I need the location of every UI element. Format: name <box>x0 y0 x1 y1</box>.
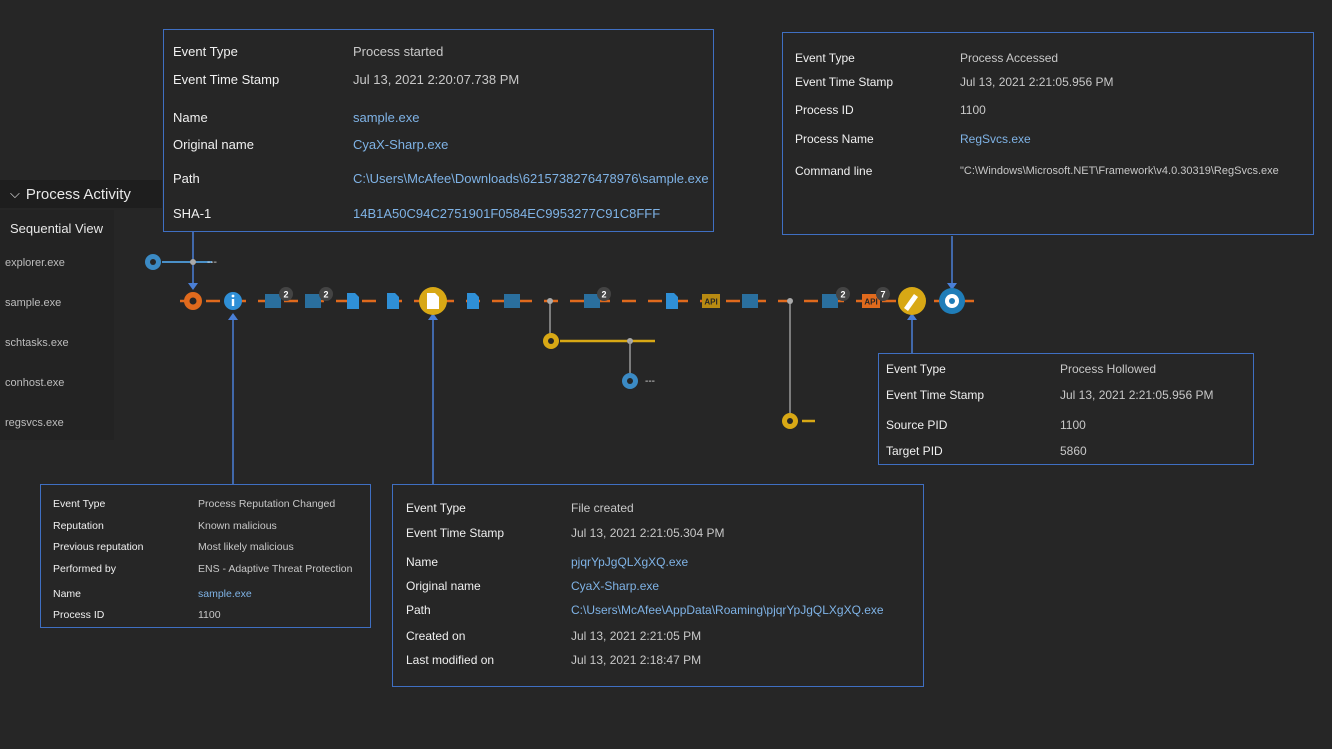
process-accessed-icon[interactable] <box>939 288 965 314</box>
row-value: 5860 <box>1060 444 1087 458</box>
trail-explorer: --- <box>207 257 217 268</box>
row-value: Known malicious <box>198 520 277 532</box>
row-value: Jul 13, 2021 2:21:05.304 PM <box>571 526 725 540</box>
row-value: Process started <box>353 44 444 59</box>
event-icon[interactable] <box>305 294 321 308</box>
row-value: File created <box>571 501 634 515</box>
event-icon[interactable] <box>822 294 838 308</box>
row-key: Name <box>406 555 439 569</box>
row-key: Original name <box>173 137 254 152</box>
row-key: SHA-1 <box>173 206 212 221</box>
panel-file-created: Event Type File created Event Time Stamp… <box>392 484 924 687</box>
sha1-link[interactable]: 14B1A50C94C2751901F0584EC9953277C91C8FFF <box>353 206 660 221</box>
row-key: Event Type <box>53 498 106 510</box>
api-label: API <box>864 298 877 307</box>
row-value: Jul 13, 2021 2:21:05.956 PM <box>1060 388 1214 402</box>
row-key: Event Time Stamp <box>886 388 985 402</box>
path-link[interactable]: C:\Users\McAfee\AppData\Roaming\pjqrYpJg… <box>571 603 884 617</box>
row-key: Event Type <box>173 44 238 59</box>
row-key: Process Name <box>795 132 874 146</box>
row-value: Process Accessed <box>960 51 1059 65</box>
file-created-icon[interactable] <box>419 287 447 315</box>
count-badge: 2 <box>840 290 845 300</box>
row-key: Command line <box>795 164 873 178</box>
row-key: Previous reputation <box>53 541 144 553</box>
count-badge: 2 <box>283 290 288 300</box>
row-key: Source PID <box>886 418 948 432</box>
row-key: Reputation <box>53 520 104 532</box>
gear-icon-conhost[interactable] <box>622 373 638 389</box>
event-icon[interactable] <box>265 294 281 308</box>
row-value: 1100 <box>198 609 221 621</box>
row-key: Event Type <box>406 501 466 515</box>
row-key: Event Time Stamp <box>173 72 280 87</box>
row-key: Path <box>173 171 200 186</box>
row-value: Process Reputation Changed <box>198 498 336 510</box>
row-key: Process ID <box>53 609 105 621</box>
row-key: Performed by <box>53 563 117 575</box>
panel-process-hollowed: Event Type Process Hollowed Event Time S… <box>878 353 1254 465</box>
row-key: Target PID <box>886 444 943 458</box>
panel-reputation-changed: Event Type Process Reputation Changed Re… <box>40 484 371 628</box>
row-key: Name <box>173 110 208 125</box>
original-name-link[interactable]: CyaX-Sharp.exe <box>353 137 448 152</box>
row-value: 1100 <box>1060 418 1086 432</box>
row-value: ENS - Adaptive Threat Protection <box>198 563 353 575</box>
file-icon[interactable] <box>347 293 359 309</box>
name-link[interactable]: sample.exe <box>353 110 419 125</box>
process-hollowed-icon[interactable] <box>898 287 926 315</box>
api-label: API <box>704 298 717 307</box>
row-key: Created on <box>406 629 466 643</box>
api-icon[interactable] <box>742 294 758 308</box>
row-value: Jul 13, 2021 2:21:05 PM <box>571 629 702 643</box>
gear-icon-regsvcs[interactable] <box>782 413 798 429</box>
panel-process-started: Event Type Process started Event Time St… <box>163 29 714 232</box>
row-key: Event Time Stamp <box>406 526 505 540</box>
row-value: "C:\Windows\Microsoft.NET\Framework\v4.0… <box>960 165 1279 177</box>
file-icon[interactable] <box>666 293 678 309</box>
row-value: Jul 13, 2021 2:20:07.738 PM <box>353 72 520 87</box>
info-icon[interactable] <box>224 292 242 310</box>
api-icon[interactable] <box>504 294 520 308</box>
row-key: Name <box>53 588 82 600</box>
row-value: Jul 13, 2021 2:18:47 PM <box>571 653 702 667</box>
name-link[interactable]: sample.exe <box>198 588 252 600</box>
count-badge: 7 <box>880 290 885 300</box>
trail-conhost: --- <box>645 376 655 387</box>
row-key: Path <box>406 603 431 617</box>
process-name-link[interactable]: RegSvcs.exe <box>960 132 1031 146</box>
file-icon[interactable] <box>387 293 399 309</box>
row-value: Process Hollowed <box>1060 362 1157 376</box>
row-key: Event Type <box>795 51 855 65</box>
path-link[interactable]: C:\Users\McAfee\Downloads\62157382764789… <box>353 171 709 186</box>
original-name-link[interactable]: CyaX-Sharp.exe <box>571 579 659 593</box>
row-value: Jul 13, 2021 2:21:05.956 PM <box>960 75 1114 89</box>
gear-icon-schtasks[interactable] <box>543 333 559 349</box>
count-badge: 2 <box>323 290 328 300</box>
row-key: Last modified on <box>406 653 495 667</box>
name-link[interactable]: pjqrYpJgQLXgXQ.exe <box>571 555 688 569</box>
row-key: Process ID <box>795 103 854 117</box>
row-value: Most likely malicious <box>198 541 294 553</box>
row-key: Original name <box>406 579 481 593</box>
row-value: 1100 <box>960 103 986 117</box>
row-key: Event Time Stamp <box>795 75 894 89</box>
gear-icon-explorer[interactable] <box>145 254 161 270</box>
panel-process-accessed: Event Type Process Accessed Event Time S… <box>782 32 1314 235</box>
row-key: Event Type <box>886 362 946 376</box>
api-icon[interactable]: API <box>702 294 720 308</box>
gear-icon-sample[interactable] <box>184 292 202 310</box>
count-badge: 2 <box>601 290 606 300</box>
file-icon[interactable] <box>467 293 479 309</box>
